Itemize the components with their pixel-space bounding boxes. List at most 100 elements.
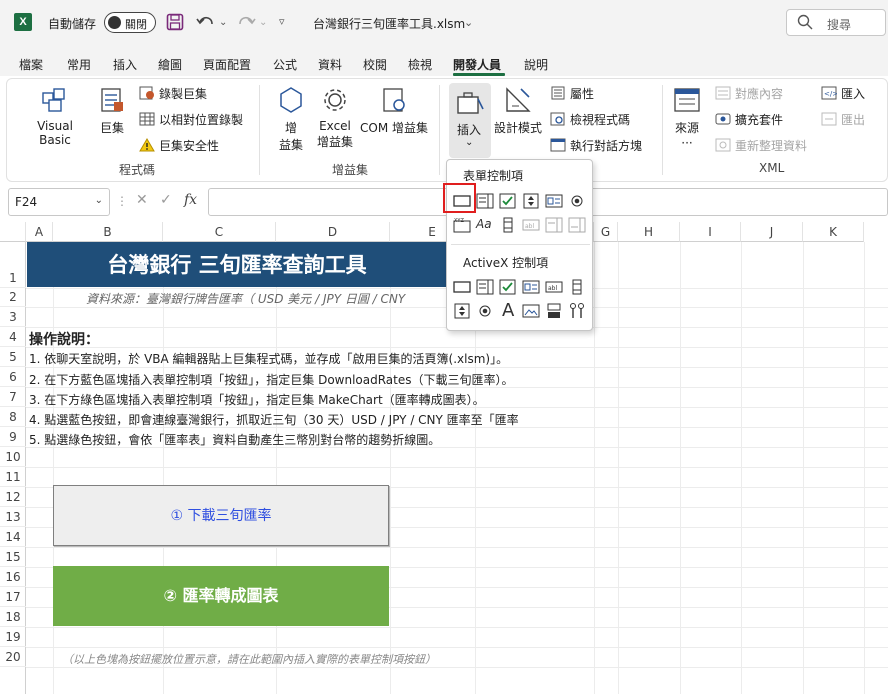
- view-code-button[interactable]: 檢視程式碼: [550, 111, 630, 129]
- activex-image-icon[interactable]: [522, 303, 540, 319]
- tab-home[interactable]: 常用: [67, 56, 91, 73]
- undo-icon[interactable]: [196, 14, 216, 30]
- row-header[interactable]: 20: [0, 647, 26, 667]
- form-combo-box-icon[interactable]: [476, 193, 494, 209]
- form-text-field-icon[interactable]: abl: [522, 217, 540, 233]
- activex-command-button-icon[interactable]: [453, 279, 471, 295]
- map-properties-button[interactable]: 對應內容: [715, 85, 783, 103]
- relative-reference-button[interactable]: 以相對位置錄製: [139, 111, 243, 129]
- column-header[interactable]: G: [594, 222, 618, 242]
- row-header[interactable]: 16: [0, 567, 26, 587]
- redo-icon[interactable]: [236, 14, 256, 30]
- run-dialog-button[interactable]: 執行對話方塊: [550, 137, 642, 155]
- row-header[interactable]: 4: [0, 327, 26, 347]
- activex-checkbox-icon[interactable]: [499, 279, 517, 295]
- column-header[interactable]: C: [163, 222, 276, 242]
- form-label-icon[interactable]: Aa: [476, 217, 494, 233]
- row-header[interactable]: 14: [0, 527, 26, 547]
- refresh-data-button[interactable]: 重新整理資料: [715, 137, 807, 155]
- column-header[interactable]: K: [803, 222, 864, 242]
- column-header[interactable]: B: [53, 222, 163, 242]
- title-chevron-down-icon[interactable]: ⌄: [464, 13, 473, 33]
- row-header[interactable]: 8: [0, 407, 26, 427]
- activex-spin-button-icon[interactable]: [453, 303, 471, 319]
- macro-security-button[interactable]: 巨集安全性: [139, 137, 219, 155]
- row-header[interactable]: 17: [0, 587, 26, 607]
- row-header[interactable]: 10: [0, 447, 26, 467]
- macros-button[interactable]: 巨集: [95, 85, 129, 136]
- tab-data[interactable]: 資料: [318, 56, 342, 73]
- activex-label-icon[interactable]: A: [502, 300, 520, 321]
- column-header[interactable]: A: [26, 222, 53, 242]
- customize-qat-icon[interactable]: ▿: [279, 12, 285, 32]
- form-scroll-bar-icon[interactable]: [499, 217, 517, 233]
- column-header[interactable]: J: [741, 222, 803, 242]
- row-header[interactable]: 13: [0, 507, 26, 527]
- column-header[interactable]: D: [276, 222, 390, 242]
- design-mode-button[interactable]: 設計模式: [493, 85, 543, 136]
- save-icon[interactable]: [166, 13, 184, 31]
- redo-dropdown-icon[interactable]: ⌄: [259, 13, 267, 33]
- tab-draw[interactable]: 繪圖: [158, 56, 182, 73]
- tab-view[interactable]: 檢視: [408, 56, 432, 73]
- row-header[interactable]: 12: [0, 487, 26, 507]
- more-controls-icon[interactable]: [568, 303, 586, 319]
- row-header[interactable]: 1: [0, 242, 26, 288]
- form-group-box-icon[interactable]: XYZ: [453, 217, 471, 233]
- activex-text-box-icon[interactable]: abl: [545, 279, 563, 295]
- name-box[interactable]: F24 ⌄: [8, 188, 110, 216]
- excel-addins-button[interactable]: Excel 增益集: [313, 85, 357, 150]
- autosave-toggle[interactable]: 關閉: [104, 12, 156, 33]
- import-button[interactable]: </> 匯入: [821, 85, 865, 103]
- search-box[interactable]: 搜尋: [786, 9, 886, 36]
- document-title[interactable]: 台灣銀行三旬匯率工具.xlsm: [313, 15, 465, 32]
- enter-check-icon[interactable]: ✓: [160, 192, 172, 208]
- select-all-corner[interactable]: [0, 222, 26, 242]
- row-header[interactable]: 7: [0, 387, 26, 407]
- tab-help[interactable]: 說明: [524, 56, 548, 73]
- insert-controls-button[interactable]: 插入 ⌄: [449, 83, 491, 158]
- activex-toggle-button-icon[interactable]: [545, 303, 563, 319]
- row-header[interactable]: 3: [0, 307, 26, 327]
- row-header[interactable]: 18: [0, 607, 26, 627]
- activex-combo-box-icon[interactable]: [476, 279, 494, 295]
- undo-dropdown-icon[interactable]: ⌄: [219, 13, 227, 33]
- insert-function-icon[interactable]: fx: [184, 192, 197, 208]
- row-header[interactable]: 15: [0, 547, 26, 567]
- form-combo-dropdown-icon[interactable]: [568, 217, 586, 233]
- row-header[interactable]: 19: [0, 627, 26, 647]
- column-header[interactable]: I: [680, 222, 741, 242]
- tab-page-layout[interactable]: 頁面配置: [203, 56, 251, 73]
- form-spin-button-icon[interactable]: [522, 193, 540, 209]
- row-header[interactable]: 2: [0, 288, 26, 307]
- form-list-box-icon[interactable]: [545, 193, 563, 209]
- form-checkbox-icon[interactable]: [499, 193, 517, 209]
- activex-list-box-icon[interactable]: [522, 279, 540, 295]
- expansion-packs-button[interactable]: 擴充套件: [715, 111, 783, 129]
- row-header[interactable]: 5: [0, 347, 26, 367]
- visual-basic-button[interactable]: Visual Basic: [21, 85, 89, 147]
- tab-review[interactable]: 校閱: [363, 56, 387, 73]
- addins-button[interactable]: 增 益集: [273, 85, 309, 153]
- cancel-icon[interactable]: ✕: [136, 192, 148, 208]
- row-header[interactable]: 6: [0, 367, 26, 387]
- row-header[interactable]: 11: [0, 467, 26, 487]
- activex-option-button-icon[interactable]: [476, 303, 494, 319]
- column-header[interactable]: H: [618, 222, 680, 242]
- xml-source-button[interactable]: 來源 ···: [669, 85, 705, 150]
- row-header[interactable]: 9: [0, 427, 26, 447]
- form-option-button-icon[interactable]: [568, 193, 586, 209]
- record-macro-button[interactable]: 錄製巨集: [139, 85, 207, 103]
- form-controls-title: 表單控制項: [463, 169, 524, 183]
- properties-button[interactable]: 屬性: [550, 85, 594, 103]
- tab-insert[interactable]: 插入: [113, 56, 137, 73]
- make-chart-button[interactable]: ② 匯率轉成圖表: [53, 566, 389, 626]
- form-combo-list-icon[interactable]: [545, 217, 563, 233]
- activex-scroll-bar-icon[interactable]: [568, 279, 586, 295]
- download-rates-button[interactable]: ① 下載三旬匯率: [53, 485, 389, 546]
- tab-formulas[interactable]: 公式: [273, 56, 297, 73]
- com-addins-button[interactable]: COM 增益集: [359, 85, 429, 136]
- tab-developer[interactable]: 開發人員: [453, 56, 501, 73]
- tab-file[interactable]: 檔案: [19, 56, 43, 73]
- export-button[interactable]: 匯出: [821, 111, 865, 129]
